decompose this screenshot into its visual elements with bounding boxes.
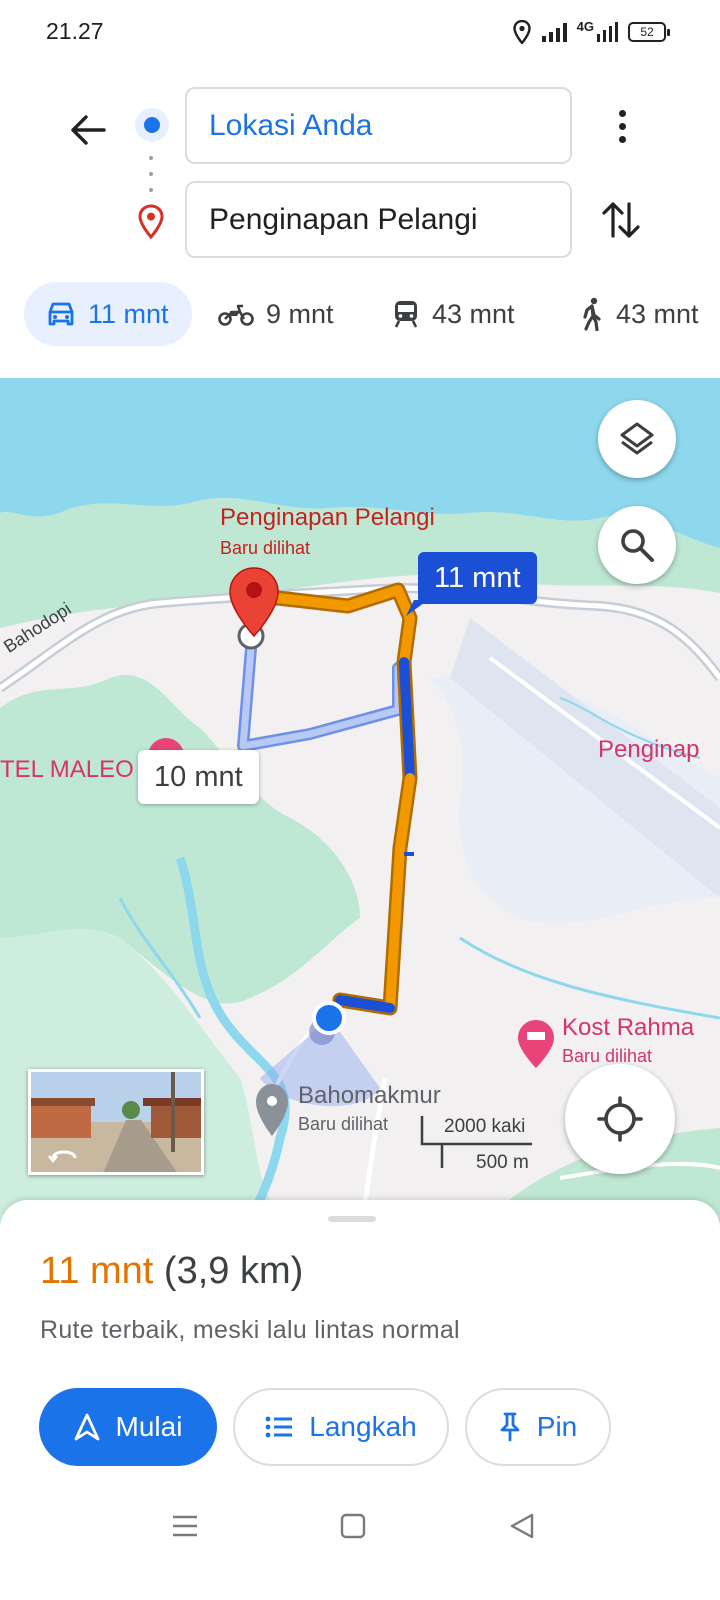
list-icon [265, 1416, 293, 1438]
train-icon [394, 301, 418, 328]
signal-icon [541, 23, 567, 42]
battery-level: 52 [640, 25, 654, 39]
search-button[interactable] [598, 506, 676, 584]
hotel-label[interactable]: TEL MALEO [0, 756, 134, 784]
status-icons: 4G 52 [512, 18, 670, 46]
network-type: 4G [576, 18, 594, 34]
more-options-button[interactable] [602, 104, 642, 148]
street-view-thumbnail[interactable] [28, 1069, 204, 1175]
menu-icon[interactable] [171, 1512, 199, 1540]
destination-label[interactable]: Penginapan Pelangi [220, 504, 435, 532]
origin-dot-icon [135, 108, 169, 142]
bubble-tail [406, 600, 428, 616]
alt-route-time-bubble[interactable]: 10 mnt [138, 750, 259, 804]
mode-tab-transit[interactable]: 43 mnt [392, 282, 515, 346]
connector-dots [149, 156, 154, 192]
car-icon [48, 302, 74, 326]
back-nav-icon[interactable] [508, 1512, 536, 1540]
mode-label-walking: 43 mnt [616, 298, 699, 329]
layers-button[interactable] [598, 400, 676, 478]
swap-icon[interactable] [598, 196, 644, 244]
destination-sublabel: Baru dilihat [220, 538, 311, 558]
travel-mode-tabs: 11 mnt 9 mnt 43 mnt 43 mnt [0, 282, 720, 346]
status-time: 21.27 [46, 18, 104, 44]
system-navigation-bar [0, 1480, 720, 1600]
mode-label-transit: 43 mnt [432, 298, 515, 329]
map-view[interactable]: Penginapan Pelangi Baru dilihat Bahodopi… [0, 378, 720, 1238]
poi-bahomakmur-sublabel: Baru dilihat [298, 1114, 389, 1134]
crosshair-icon [597, 1096, 643, 1142]
status-bar: 21.27 4G 52 [0, 0, 720, 64]
battery-icon: 52 [628, 22, 670, 42]
search-icon [621, 529, 654, 562]
route-duration: 11 mnt [40, 1250, 154, 1292]
mode-tab-driving[interactable]: 11 mnt [24, 282, 192, 346]
route-distance: (3,9 km) [163, 1250, 304, 1292]
map-scale: 2000 kaki 500 m [420, 1096, 540, 1176]
pin-button[interactable]: Pin [465, 1388, 611, 1466]
my-location-button[interactable] [565, 1064, 675, 1174]
steps-label: Langkah [309, 1411, 417, 1442]
route-summary: 11 mnt (3,9 km) [40, 1250, 303, 1293]
layers-icon [620, 422, 654, 455]
poi-label-right[interactable]: Penginap [598, 736, 699, 764]
back-button[interactable] [62, 104, 114, 156]
mode-tab-walking[interactable]: 43 mnt [580, 282, 699, 346]
mode-tab-motorcycle[interactable]: 9 mnt [218, 282, 334, 346]
walk-icon [583, 297, 601, 331]
mode-label-motorcycle: 9 mnt [266, 298, 334, 329]
start-label: Mulai [115, 1411, 183, 1442]
street-view-photo [31, 1072, 201, 1172]
destination-pin-icon [138, 204, 164, 240]
pin-icon [500, 1412, 520, 1442]
poi-kost-sublabel: Baru dilihat [562, 1046, 653, 1066]
mode-label-driving: 11 mnt [88, 298, 169, 329]
destination-input[interactable]: Penginapan Pelangi [185, 181, 572, 258]
home-icon[interactable] [340, 1512, 366, 1540]
directions-header: Lokasi Anda Penginapan Pelangi 11 mnt 9 … [0, 64, 720, 378]
signal-icon-2 [597, 22, 618, 42]
pin-label: Pin [536, 1411, 578, 1442]
route-description: Rute terbaik, meski lalu lintas normal [40, 1316, 460, 1344]
sheet-drag-handle[interactable] [328, 1216, 376, 1222]
origin-input[interactable]: Lokasi Anda [185, 87, 572, 164]
poi-kost-label[interactable]: Kost Rahma [562, 1014, 694, 1042]
scale-metric: 500 m [476, 1152, 529, 1173]
steps-button[interactable]: Langkah [233, 1388, 449, 1466]
route-time-bubble[interactable]: 11 mnt [418, 552, 537, 604]
arrow-back-icon [71, 115, 106, 145]
motorcycle-icon [218, 304, 254, 326]
location-icon [512, 20, 531, 44]
scale-imperial: 2000 kaki [444, 1116, 526, 1137]
start-button[interactable]: Mulai [39, 1388, 217, 1466]
navigation-arrow-icon [74, 1413, 99, 1441]
